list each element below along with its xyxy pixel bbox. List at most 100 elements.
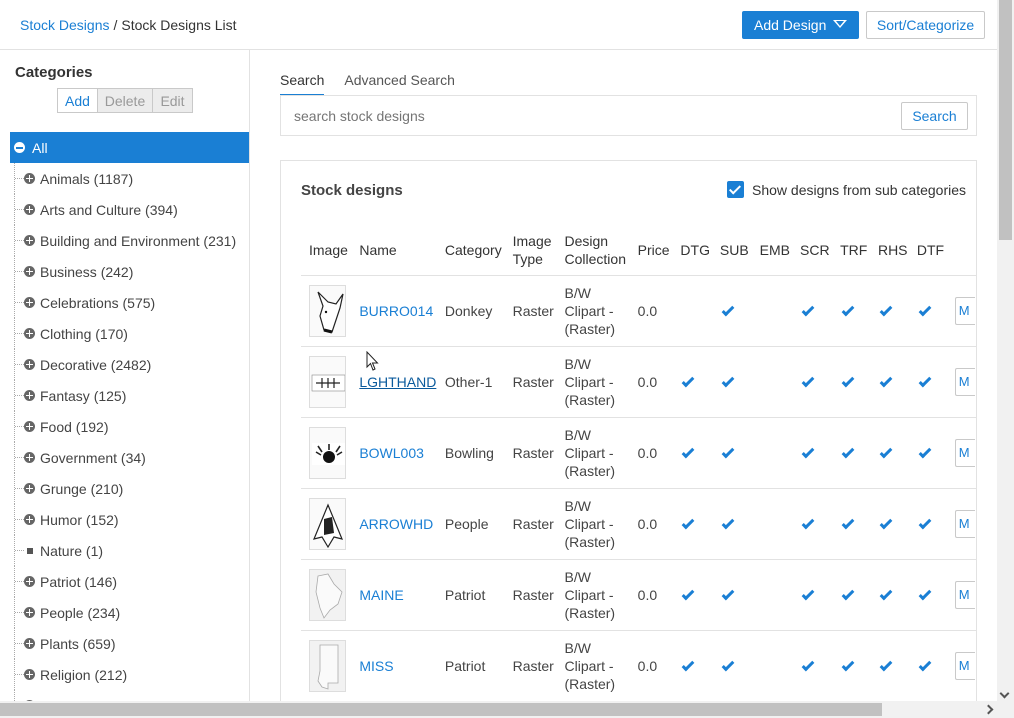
design-thumbnail[interactable] — [309, 355, 346, 408]
search-button[interactable]: Search — [901, 102, 968, 130]
row-action-button[interactable]: M — [954, 651, 975, 680]
row-action-button[interactable]: M — [954, 367, 975, 396]
col-design-collection[interactable]: Design Collection — [556, 226, 630, 276]
expand-icon[interactable] — [24, 235, 35, 246]
expand-icon[interactable] — [24, 297, 35, 308]
col-name[interactable]: Name — [351, 226, 437, 276]
category-item[interactable]: Nature (1) — [10, 535, 249, 566]
design-name-link[interactable]: ARROWHD — [359, 516, 433, 532]
col-dtg[interactable]: DTG — [672, 226, 712, 276]
add-category-button[interactable]: Add — [57, 88, 98, 113]
design-thumbnail[interactable] — [309, 284, 346, 337]
search-input[interactable] — [294, 108, 874, 124]
design-name-link[interactable]: MISS — [359, 658, 393, 674]
category-item-label: Decorative (2482) — [40, 356, 152, 373]
category-item[interactable]: Business (242) — [10, 256, 249, 287]
tab-search[interactable]: Search — [280, 72, 325, 96]
category-item[interactable]: Plants (659) — [10, 628, 249, 659]
table-row[interactable]: BURRO014 Donkey Raster B/W Clipart - (Raster)… — [301, 275, 976, 347]
expand-icon[interactable] — [24, 204, 35, 215]
horizontal-scroll-thumb[interactable] — [0, 703, 882, 716]
expand-icon[interactable] — [24, 514, 35, 525]
row-action-button[interactable]: M — [954, 438, 975, 467]
table-row[interactable]: MAINE Patriot Raster B/W Clipart - (Raster) 0.… — [301, 559, 976, 631]
cell-category: People — [436, 488, 505, 560]
design-name-link[interactable]: BOWL003 — [359, 445, 424, 461]
col-emb[interactable]: EMB — [751, 226, 793, 276]
col-rhs[interactable]: RHS — [869, 226, 909, 276]
category-item[interactable]: Religion (212) — [10, 659, 249, 690]
expand-icon[interactable] — [24, 328, 35, 339]
top-bar: Stock Designs / Stock Designs List Add Des… — [0, 0, 997, 50]
design-thumbnail[interactable] — [309, 497, 346, 550]
category-item[interactable]: People (234) — [10, 597, 249, 628]
category-item[interactable]: Humor (152) — [10, 504, 249, 535]
col-trf[interactable]: TRF — [832, 226, 870, 276]
category-item[interactable]: Clothing (170) — [10, 318, 249, 349]
category-item-label: Food (192) — [40, 418, 109, 435]
collapse-icon[interactable] — [14, 142, 25, 153]
add-design-button[interactable]: Add Design — [742, 11, 859, 39]
expand-icon[interactable] — [24, 266, 35, 277]
scroll-down-icon[interactable] — [999, 688, 1010, 699]
category-item[interactable]: Government (34) — [10, 442, 249, 473]
expand-icon[interactable] — [24, 421, 35, 432]
category-item[interactable]: Arts and Culture (394) — [10, 194, 249, 225]
breadcrumb-root-link[interactable]: Stock Designs — [20, 17, 109, 33]
design-name-link[interactable]: MAINE — [359, 587, 403, 603]
vertical-scrollbar[interactable] — [997, 0, 1014, 701]
category-item[interactable]: Schools (...) — [10, 690, 249, 701]
table-row[interactable]: BOWL003 Bowling Raster B/W Clipart - (Raster)… — [301, 417, 976, 489]
row-action-button[interactable]: M — [954, 580, 975, 609]
table-row[interactable]: MISS Patriot Raster B/W Clipart - (Raster) 0.0… — [301, 630, 976, 702]
dropdown-caret-icon[interactable] — [833, 20, 847, 28]
category-item[interactable]: Building and Environment (231) — [10, 225, 249, 256]
col-scr[interactable]: SCR — [792, 226, 833, 276]
col-price[interactable]: Price — [629, 226, 673, 276]
expand-icon[interactable] — [24, 483, 35, 494]
expand-icon[interactable] — [24, 173, 35, 184]
design-thumbnail[interactable] — [309, 639, 346, 692]
category-item[interactable]: Celebrations (575) — [10, 287, 249, 318]
expand-icon[interactable] — [24, 390, 35, 401]
col-category[interactable]: Category — [436, 226, 505, 276]
delete-category-button[interactable]: Delete — [98, 88, 153, 113]
expand-icon[interactable] — [24, 669, 35, 680]
vertical-scroll-thumb[interactable] — [999, 0, 1012, 240]
row-action-button[interactable]: M — [954, 509, 975, 538]
col-image-type[interactable]: Image Type — [504, 226, 557, 276]
checkbox-checked-icon[interactable] — [727, 181, 744, 198]
design-thumbnail[interactable] — [309, 568, 346, 621]
cell-actions: M — [946, 559, 976, 631]
row-action-button[interactable]: M — [954, 296, 975, 325]
edit-category-button[interactable]: Edit — [153, 88, 193, 113]
expand-icon[interactable] — [24, 607, 35, 618]
category-item[interactable]: Patriot (146) — [10, 566, 249, 597]
expand-icon[interactable] — [24, 452, 35, 463]
expand-icon[interactable] — [24, 359, 35, 370]
col-dtf[interactable]: DTF — [908, 226, 947, 276]
expand-icon[interactable] — [24, 638, 35, 649]
category-item[interactable]: Animals (1187) — [10, 163, 249, 194]
cell-name: MISS — [351, 630, 437, 702]
category-all[interactable]: All — [10, 132, 249, 163]
collection-line2: Clipart - — [564, 657, 614, 674]
scroll-right-icon[interactable] — [983, 704, 994, 715]
design-name-link[interactable]: LGHTHAND — [359, 374, 436, 390]
tab-advanced-search[interactable]: Advanced Search — [344, 72, 455, 96]
horizontal-scrollbar[interactable] — [0, 701, 1014, 718]
cell-price: 0.0 — [629, 630, 673, 702]
design-name-link[interactable]: BURRO014 — [359, 303, 433, 319]
col-image[interactable]: Image — [301, 226, 352, 276]
col-sub[interactable]: SUB — [711, 226, 752, 276]
sort-categorize-button[interactable]: Sort/Categorize — [866, 11, 985, 39]
table-row[interactable]: LGHTHAND Other-1 Raster B/W Clipart - (Raster… — [301, 346, 976, 418]
table-row[interactable]: ARROWHD People Raster B/W Clipart - (Raster) 0… — [301, 488, 976, 560]
category-item[interactable]: Grunge (210) — [10, 473, 249, 504]
subcategories-toggle[interactable]: Show designs from sub categories — [727, 181, 966, 198]
category-item[interactable]: Decorative (2482) — [10, 349, 249, 380]
design-thumbnail[interactable] — [309, 426, 346, 479]
category-item[interactable]: Food (192) — [10, 411, 249, 442]
expand-icon[interactable] — [24, 576, 35, 587]
category-item[interactable]: Fantasy (125) — [10, 380, 249, 411]
